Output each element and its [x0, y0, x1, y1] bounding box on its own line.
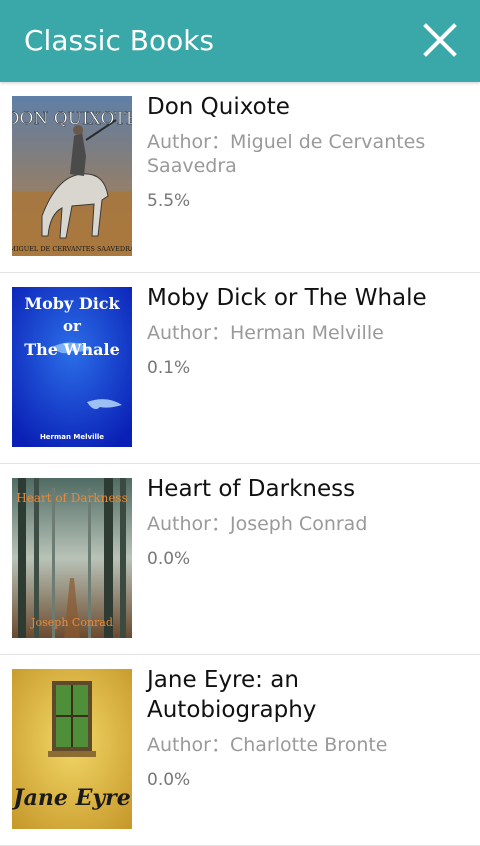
book-item-moby-dick[interactable]: Moby Dick or The Whale Herman Melville M… — [0, 273, 480, 464]
book-item-don-quixote[interactable]: DON QUIXOTE MIGUEL DE CERVANTES SAAVEDRA… — [0, 82, 480, 273]
book-author: Author：Joseph Conrad — [147, 513, 368, 535]
book-info: Heart of Darkness Author：Joseph Conrad 0… — [147, 474, 464, 570]
book-item-heart-of-darkness[interactable]: Heart of Darkness Joseph Conrad Heart of… — [0, 464, 480, 655]
svg-text:DON QUIXOTE: DON QUIXOTE — [12, 109, 132, 129]
book-title: Don Quixote — [147, 94, 290, 120]
svg-text:Jane Eyre: Jane Eyre — [12, 785, 131, 811]
book-info: Moby Dick or The Whale Author：Herman Mel… — [147, 283, 464, 379]
page-title: Classic Books — [24, 24, 215, 57]
book-author: Author：Charlotte Bronte — [147, 734, 388, 756]
book-list: DON QUIXOTE MIGUEL DE CERVANTES SAAVEDRA… — [0, 82, 480, 846]
book-cover-moby-dick: Moby Dick or The Whale Herman Melville — [12, 287, 132, 447]
svg-text:Moby Dick: Moby Dick — [24, 294, 120, 313]
book-item-jane-eyre[interactable]: Jane Eyre Jane Eyre: an Autobiography Au… — [0, 655, 480, 846]
book-info: Jane Eyre: an Autobiography Author：Charl… — [147, 665, 464, 791]
book-cover-heart-of-darkness: Heart of Darkness Joseph Conrad — [12, 478, 132, 638]
svg-text:or: or — [63, 317, 82, 335]
svg-text:MIGUEL DE CERVANTES SAAVEDRA: MIGUEL DE CERVANTES SAAVEDRA — [12, 245, 132, 253]
book-progress: 0.0% — [147, 549, 191, 569]
book-title: Jane Eyre: an Autobiography — [147, 667, 317, 723]
book-progress: 5.5% — [147, 191, 191, 211]
book-info: Don Quixote Author：Miguel de Cervantes S… — [147, 92, 464, 212]
svg-text:The Whale: The Whale — [24, 340, 120, 359]
svg-text:Heart of Darkness: Heart of Darkness — [16, 491, 128, 505]
book-title: Heart of Darkness — [147, 476, 356, 502]
book-progress: 0.1% — [147, 358, 191, 378]
book-author: Author：Herman Melville — [147, 322, 384, 344]
book-cover-jane-eyre: Jane Eyre — [12, 669, 132, 829]
svg-text:Joseph Conrad: Joseph Conrad — [30, 616, 113, 629]
app-bar: Classic Books — [0, 0, 480, 82]
book-cover-don-quixote: DON QUIXOTE MIGUEL DE CERVANTES SAAVEDRA — [12, 96, 132, 256]
book-author: Author：Miguel de Cervantes Saavedra — [147, 131, 426, 177]
close-icon — [423, 23, 457, 57]
svg-text:Herman Melville: Herman Melville — [40, 433, 104, 441]
close-button[interactable] — [420, 20, 460, 60]
book-title: Moby Dick or The Whale — [147, 285, 427, 311]
book-progress: 0.0% — [147, 770, 191, 790]
